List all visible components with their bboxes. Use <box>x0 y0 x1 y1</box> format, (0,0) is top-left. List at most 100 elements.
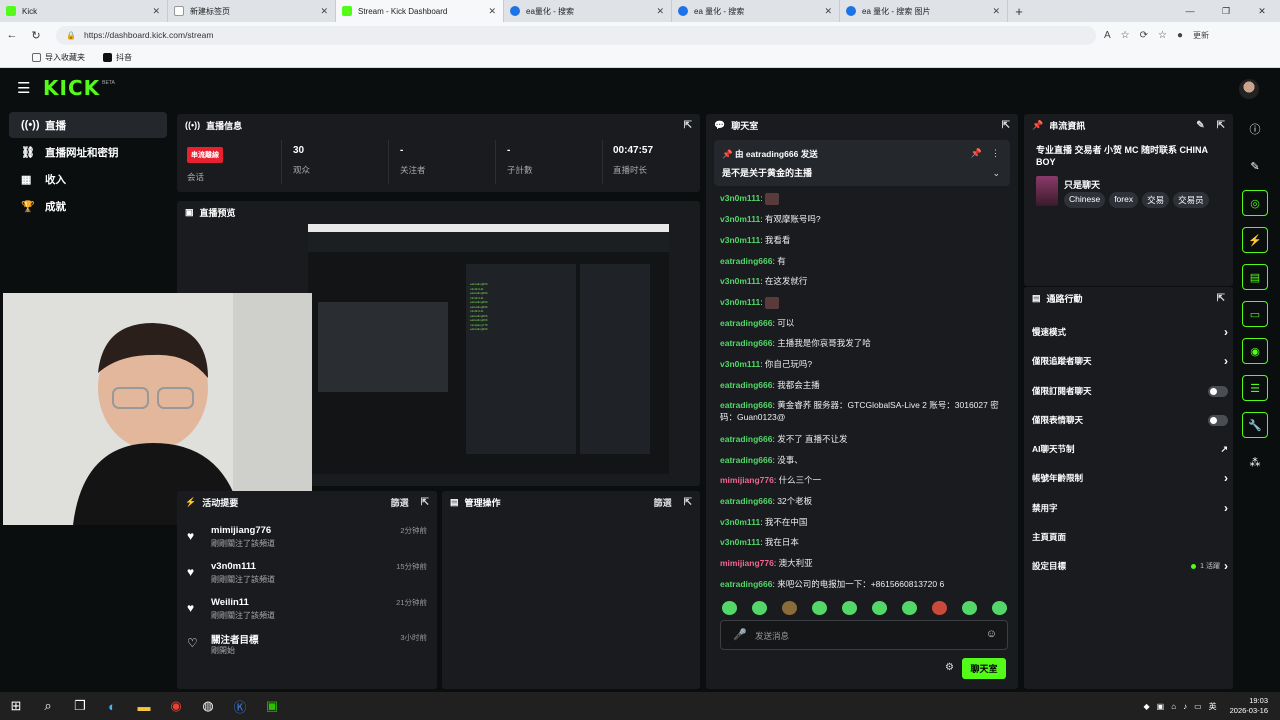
maximize-icon[interactable]: ❐ <box>1208 0 1244 22</box>
close-icon[interactable]: ✕ <box>152 6 160 17</box>
filter-button[interactable]: 篩選 <box>391 496 409 509</box>
emote-icon[interactable] <box>722 601 737 615</box>
browser-tab-search-2[interactable]: ea 量化 - 搜索 ✕ <box>672 0 840 22</box>
sidebar-item-stream[interactable]: ((•)) 直播 <box>9 112 167 138</box>
emote-icon[interactable] <box>902 601 917 615</box>
menu-icon[interactable]: ☰ <box>17 79 43 97</box>
chat-username[interactable]: eatrading666 <box>720 338 772 348</box>
chat-username[interactable]: v3n0m111 <box>720 276 760 286</box>
favorites-icon[interactable]: ☆ <box>1158 30 1167 41</box>
lightning-icon[interactable]: ⚡ <box>1242 227 1268 253</box>
emote-icon[interactable] <box>872 601 887 615</box>
close-icon[interactable]: ✕ <box>824 6 832 17</box>
account-age-row[interactable]: 帳號年齡限制 › <box>1032 467 1228 489</box>
chat-username[interactable]: v3n0m111 <box>720 297 760 307</box>
subs-only-toggle[interactable] <box>1208 385 1228 397</box>
popout-icon[interactable]: ⇱ <box>1217 293 1225 304</box>
back-icon[interactable]: ← <box>0 29 24 41</box>
close-icon[interactable]: ✕ <box>656 6 664 17</box>
send-chat-button[interactable]: 聊天室 <box>962 658 1006 679</box>
app-icon[interactable]: Ⓚ <box>224 692 256 720</box>
mic-icon[interactable]: 🎤 <box>733 628 747 641</box>
browser-tab-kick[interactable]: Kick ✕ <box>0 0 168 22</box>
battery-icon[interactable]: ▭ <box>1194 702 1202 711</box>
reload-icon[interactable]: ↻ <box>24 29 48 42</box>
popout-icon[interactable]: ⇱ <box>1002 120 1010 131</box>
list-icon[interactable]: ☰ <box>1242 375 1268 401</box>
followers-only-row[interactable]: 僅限追蹤者聊天 › <box>1032 350 1228 372</box>
info-icon[interactable]: ⓘ <box>1242 116 1268 142</box>
emote-icon[interactable] <box>752 601 767 615</box>
chat-username[interactable]: eatrading666 <box>720 455 772 465</box>
tray-icon[interactable]: ▣ <box>1157 702 1165 711</box>
browser-tab-search-3[interactable]: ea 量化 - 搜索 图片 ✕ <box>840 0 1008 22</box>
more-icon[interactable]: ⋮ <box>991 148 1000 159</box>
chat-username[interactable]: v3n0m111 <box>720 537 760 547</box>
windows-start-icon[interactable]: ⊞ <box>0 692 32 720</box>
chat-username[interactable]: v3n0m111 <box>720 235 760 245</box>
chat-username[interactable]: eatrading666 <box>720 579 772 589</box>
chat-icon[interactable]: ▭ <box>1242 301 1268 327</box>
popout-icon[interactable]: ⇱ <box>421 497 429 508</box>
update-label[interactable]: 更新 <box>1193 30 1209 41</box>
new-tab-button[interactable]: + <box>1008 0 1030 22</box>
chat-username[interactable]: eatrading666 <box>720 434 772 444</box>
slow-mode-row[interactable]: 慢速模式 › <box>1032 321 1228 343</box>
star-icon[interactable]: ☆ <box>1121 30 1130 41</box>
ai-moderation-row[interactable]: AI聊天节制 ↗ <box>1032 438 1228 460</box>
broadcast-icon[interactable]: ◉ <box>1242 338 1268 364</box>
emote-icon[interactable] <box>962 601 977 615</box>
chat-input[interactable]: 🎤 发送消息 ☺ <box>720 620 1008 650</box>
clock[interactable]: 19:03 2026-03-16 <box>1230 696 1268 716</box>
folder-icon[interactable]: ▬ <box>128 692 160 720</box>
popout-icon[interactable]: ⇱ <box>684 120 692 131</box>
wrench-icon[interactable]: 🔧 <box>1242 412 1268 438</box>
filter-button[interactable]: 篩選 <box>654 496 672 509</box>
emote-icon[interactable] <box>812 601 827 615</box>
tag[interactable]: 交易 <box>1142 192 1170 208</box>
emote-only-toggle[interactable] <box>1208 414 1228 426</box>
url-field[interactable]: 🔒 https://dashboard.kick.com/stream <box>56 25 1096 45</box>
sidebar-item-revenue[interactable]: ▦ 收入 <box>9 166 167 192</box>
edit-icon[interactable]: ✎ <box>1196 120 1204 131</box>
tray-icon[interactable]: ◆ <box>1144 702 1150 711</box>
chat-username[interactable]: v3n0m111 <box>720 214 760 224</box>
chat-username[interactable]: eatrading666 <box>720 400 772 410</box>
tag[interactable]: 交易员 <box>1173 192 1209 208</box>
close-icon[interactable]: ✕ <box>488 6 496 17</box>
input-language[interactable]: 英 <box>1209 701 1217 712</box>
wechat-icon[interactable]: ▣ <box>256 692 288 720</box>
popout-icon[interactable]: ⇱ <box>1217 120 1225 131</box>
close-window-icon[interactable]: ✕ <box>1244 0 1280 22</box>
task-view-icon[interactable]: ❐ <box>64 692 96 720</box>
profile-icon[interactable]: ● <box>1177 30 1183 41</box>
popout-icon[interactable]: ⇱ <box>684 497 692 508</box>
chat-username[interactable]: v3n0m111 <box>720 359 760 369</box>
edge-icon[interactable]: ◐ <box>96 692 128 720</box>
obs-icon[interactable]: ◍ <box>192 692 224 720</box>
avatar[interactable] <box>1239 79 1259 99</box>
close-icon[interactable]: ✕ <box>992 6 1000 17</box>
minimize-icon[interactable]: — <box>1172 0 1208 22</box>
bookmark-douyin[interactable]: 抖音 <box>103 52 132 63</box>
emote-icon[interactable] <box>842 601 857 615</box>
tag[interactable]: forex <box>1109 192 1139 208</box>
chat-username[interactable]: v3n0m111 <box>720 517 760 527</box>
chevron-down-icon[interactable]: ⌄ <box>992 168 1000 179</box>
camera-icon[interactable]: ◎ <box>1242 190 1268 216</box>
sidebar-item-achievements[interactable]: 🏆 成就 <box>9 193 167 219</box>
search-icon[interactable]: ⌕ <box>32 692 64 720</box>
chat-username[interactable]: eatrading666 <box>720 380 772 390</box>
home-page-row[interactable]: 主頁頁面 <box>1032 526 1228 548</box>
browser-tab-dashboard[interactable]: Stream - Kick Dashboard ✕ <box>336 0 504 22</box>
browser-tab-search-1[interactable]: ea量化 - 搜索 ✕ <box>504 0 672 22</box>
chat-username[interactable]: eatrading666 <box>720 496 772 506</box>
chat-username[interactable]: eatrading666 <box>720 318 772 328</box>
edit-icon[interactable]: ✎ <box>1242 153 1268 179</box>
kick-logo[interactable]: KICK <box>43 76 100 100</box>
document-icon[interactable]: ▤ <box>1242 264 1268 290</box>
chat-username[interactable]: mimijiang776 <box>720 475 774 485</box>
emote-icon[interactable] <box>782 601 797 615</box>
chrome-icon[interactable]: ◉ <box>160 692 192 720</box>
preview-video[interactable]: eatrading666 v3n0m111 eatrading666 v3n0m111… <box>308 224 669 474</box>
